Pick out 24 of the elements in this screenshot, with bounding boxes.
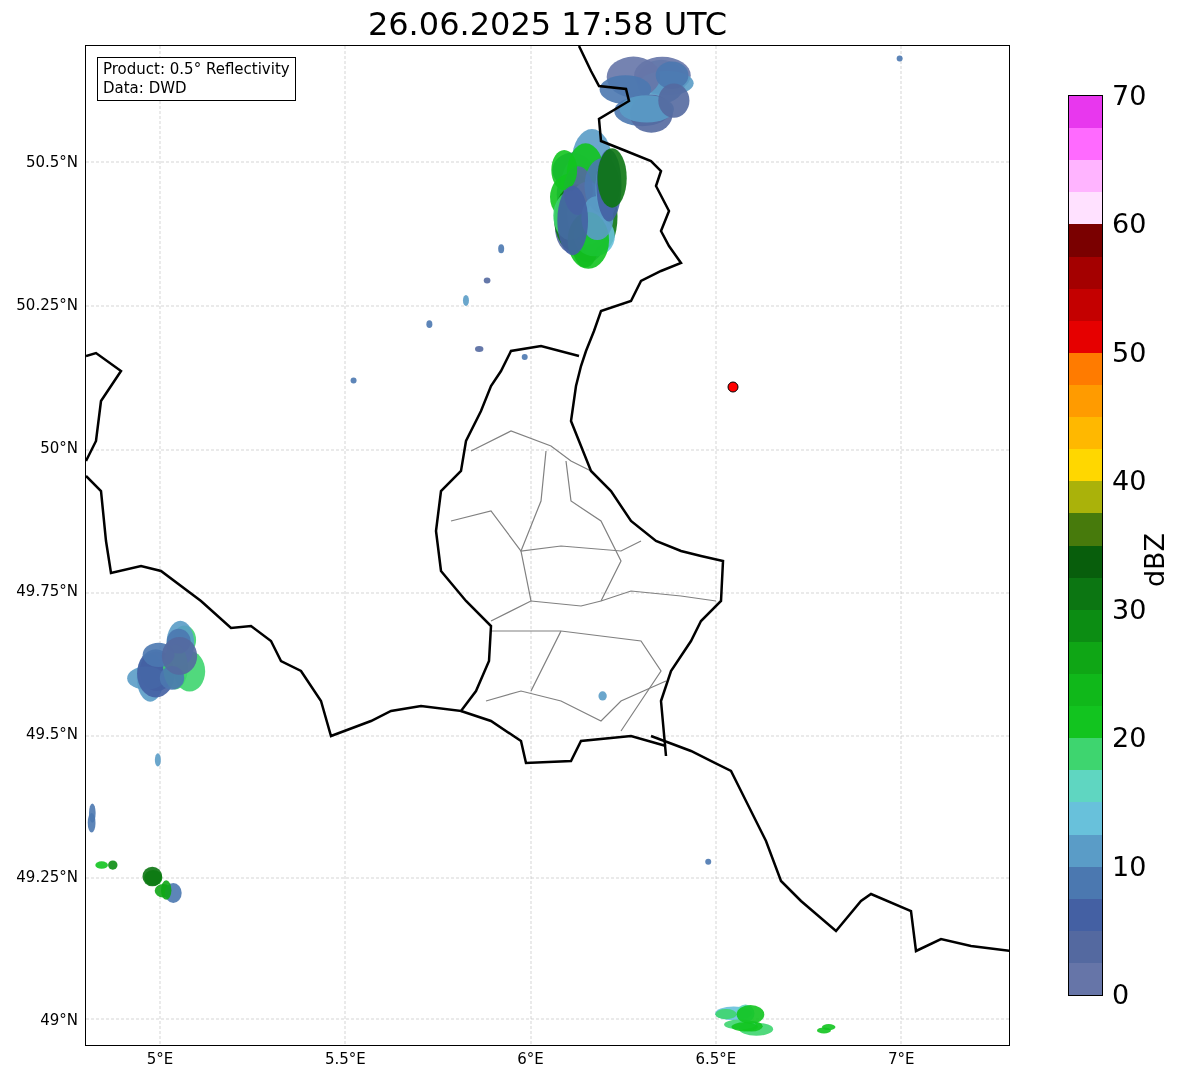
longitude-label: 6.5°E	[695, 1050, 737, 1068]
latitude-label: 50.25°N	[16, 296, 78, 314]
scale-label: 30	[1112, 594, 1147, 625]
latitude-label: 49.5°N	[25, 725, 78, 743]
latitude-label: 50°N	[40, 439, 78, 457]
legend-text: Data: DWD	[103, 79, 188, 98]
longitude-label: 7°E	[887, 1050, 915, 1068]
scale-label: 40	[1112, 466, 1147, 497]
scale-title: dBZ	[1139, 532, 1170, 588]
legend-text: Product: 0.5° Reflectivity	[103, 60, 290, 79]
scale-label: 10	[1112, 851, 1147, 882]
latitude-label: 49.75°N	[16, 582, 78, 600]
chart-title: 26.06.2025 17:58 UTC	[367, 5, 728, 43]
scale-label: 70	[1112, 81, 1147, 111]
longitude-label: 5°E	[146, 1050, 174, 1068]
scale-label: 60	[1112, 209, 1147, 240]
latitude-label: 49°N	[40, 1011, 78, 1029]
scale-label: 50	[1112, 337, 1147, 368]
latitude-label: 50.5°N	[25, 153, 78, 171]
longitude-label: 6°E	[517, 1050, 544, 1068]
longitude-label: 5.5°E	[324, 1050, 366, 1068]
scale-label: 0	[1112, 980, 1130, 1010]
latitude-label: 49.25°N	[16, 868, 78, 886]
scale-label: 20	[1112, 723, 1147, 754]
